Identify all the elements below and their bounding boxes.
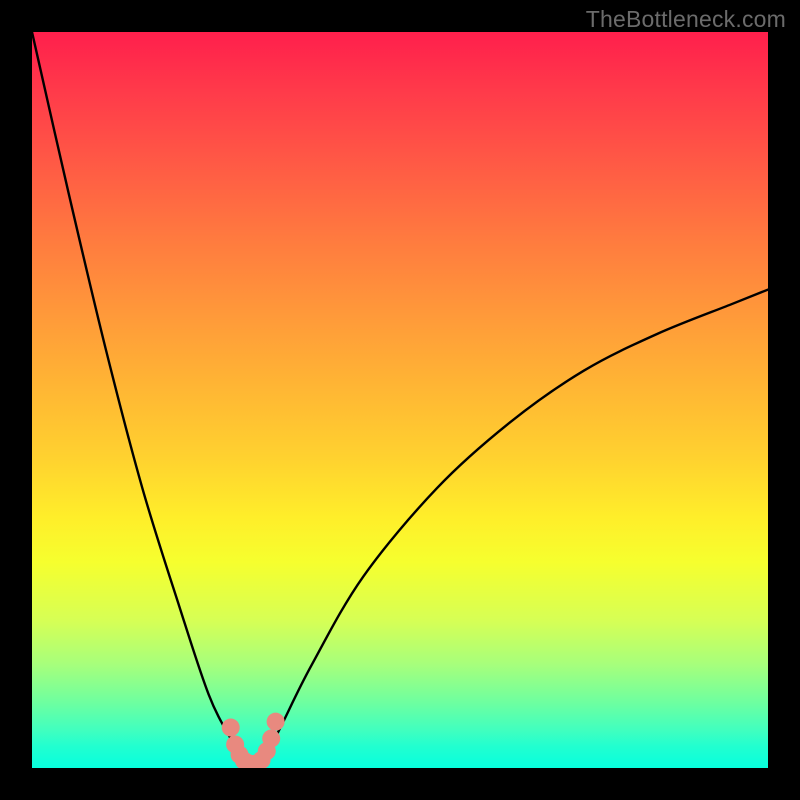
marker-dot — [222, 719, 240, 737]
bottleneck-chart — [32, 32, 768, 768]
highlight-markers — [222, 713, 285, 768]
chart-area — [32, 32, 768, 768]
marker-dot — [262, 730, 280, 748]
watermark: TheBottleneck.com — [586, 6, 786, 33]
marker-dot — [267, 713, 285, 731]
bottleneck-curve — [32, 32, 768, 768]
curve-group — [32, 32, 768, 768]
